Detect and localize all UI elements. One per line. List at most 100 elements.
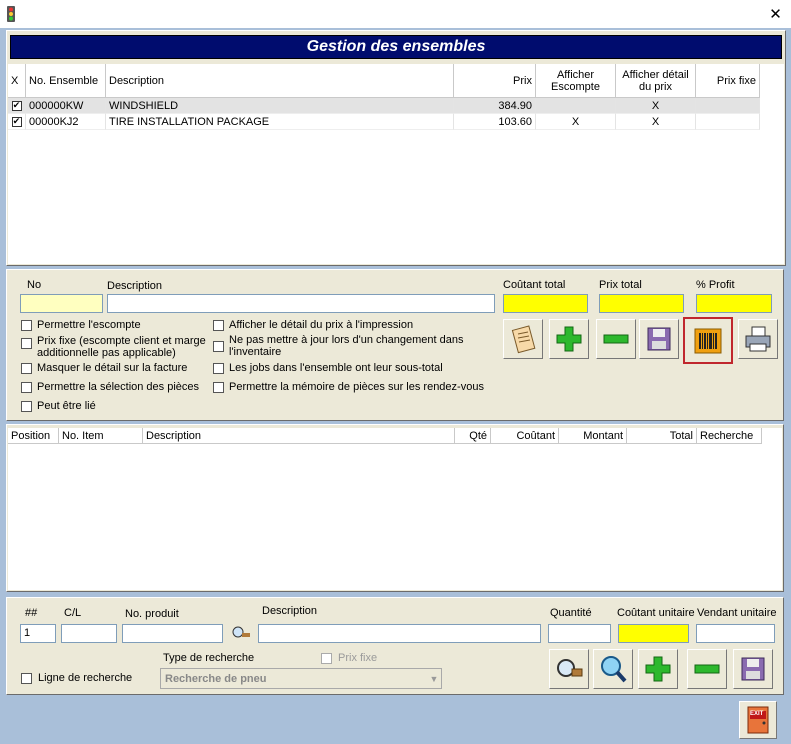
cell-detail: X (616, 98, 696, 114)
table-row[interactable]: ✔ 000000KW WINDSHIELD 384.90 X (8, 98, 760, 114)
col-item-description[interactable]: Description (143, 428, 455, 444)
jobs-sous-total-label: Les jobs dans l'ensemble ont leur sous-t… (229, 362, 443, 374)
permettre-escompte-checkbox[interactable] (21, 320, 32, 331)
selection-pieces-checkbox[interactable] (21, 382, 32, 393)
memoire-pieces-label: Permettre la mémoire de pièces sur les r… (229, 381, 484, 393)
col-x[interactable]: X (8, 64, 26, 98)
remove-item-button[interactable] (687, 649, 727, 689)
close-button[interactable]: ✕ (760, 0, 791, 28)
memoire-pieces-checkbox[interactable] (213, 382, 224, 393)
exit-label: EXIT (750, 711, 764, 717)
exit-door-icon (747, 706, 769, 734)
item-description-label: Description (262, 605, 318, 617)
col-recherche[interactable]: Recherche (697, 428, 762, 444)
jobs-sous-total-checkbox[interactable] (213, 363, 224, 374)
cell-detail: X (616, 114, 696, 130)
masquer-detail-label: Masquer le détail sur la facture (37, 362, 188, 374)
print-icon (745, 326, 771, 352)
description-label: Description (107, 280, 163, 292)
type-recherche-label: Type de recherche (163, 652, 255, 664)
quantite-field[interactable] (548, 624, 611, 643)
barcode-button[interactable] (683, 317, 733, 364)
save-icon (647, 327, 671, 351)
save-item-button[interactable] (733, 649, 773, 689)
print-button[interactable] (738, 319, 778, 359)
col-prix-fixe[interactable]: Prix fixe (696, 64, 760, 98)
peut-etre-lie-label: Peut être lié (37, 400, 96, 412)
exit-button[interactable]: EXIT (739, 701, 777, 739)
col-qte[interactable]: Qté (455, 428, 491, 444)
search-part-button[interactable] (549, 649, 589, 689)
type-recherche-select[interactable]: Recherche de pneu ▼ (160, 668, 442, 689)
no-field[interactable] (20, 294, 103, 313)
vendant-unitaire-label: Vendant unitaire (697, 607, 777, 619)
lookup-icon (232, 626, 250, 638)
peut-etre-lie-checkbox[interactable] (21, 401, 32, 412)
table-row[interactable]: ✔ 00000KJ2 TIRE INSTALLATION PACKAGE 103… (8, 114, 760, 130)
cell-fixe (696, 98, 760, 114)
col-no-item[interactable]: No. Item (59, 428, 143, 444)
cl-field[interactable] (61, 624, 117, 643)
cell-prix: 384.90 (454, 98, 536, 114)
remove-icon (694, 664, 720, 674)
remove-ensemble-button[interactable] (596, 319, 636, 359)
save-ensemble-button[interactable] (639, 319, 679, 359)
coutant-total-field[interactable] (503, 294, 588, 313)
prix-total-field[interactable] (599, 294, 684, 313)
page-title: Gestion des ensembles (10, 35, 782, 59)
cell-escompte (536, 98, 616, 114)
ne-pas-mettre-a-jour-label: Ne pas mettre à jour lors d'un changemen… (229, 334, 464, 358)
remove-icon (603, 334, 629, 344)
permettre-escompte-label: Permettre l'escompte (37, 319, 141, 331)
profit-field[interactable] (696, 294, 772, 313)
col-total[interactable]: Total (627, 428, 697, 444)
col-coutant[interactable]: Coûtant (491, 428, 559, 444)
save-icon (741, 657, 765, 681)
prix-fixe-item-checkbox[interactable] (321, 653, 332, 664)
prix-fixe-label: Prix fixe (escompte client et marge addi… (37, 335, 206, 359)
afficher-detail-label: Afficher le détail du prix à l'impressio… (229, 319, 414, 331)
item-description-field[interactable] (258, 624, 541, 643)
cell-description: WINDSHIELD (106, 98, 454, 114)
col-montant[interactable]: Montant (559, 428, 627, 444)
ne-pas-mettre-a-jour-checkbox[interactable] (213, 341, 224, 352)
items-grid[interactable]: Position No. Item Description Qté Coûtan… (8, 428, 782, 590)
produit-label: No. produit (125, 608, 179, 620)
col-prix[interactable]: Prix (454, 64, 536, 98)
coutant-unitaire-field[interactable] (618, 624, 689, 643)
notes-button[interactable] (503, 319, 543, 359)
afficher-detail-checkbox[interactable] (213, 320, 224, 331)
add-item-button[interactable] (638, 649, 678, 689)
coutant-unitaire-label: Coûtant unitaire (617, 607, 695, 619)
row-checkbox[interactable]: ✔ (11, 100, 22, 111)
col-no-ensemble[interactable]: No. Ensemble (26, 64, 106, 98)
num-field[interactable]: 1 (20, 624, 56, 643)
description-field[interactable] (107, 294, 495, 313)
prix-fixe-checkbox[interactable] (21, 338, 32, 349)
profit-label: % Profit (696, 279, 735, 291)
ensembles-grid[interactable]: X No. Ensemble Description Prix Afficher… (8, 64, 784, 264)
quantite-label: Quantité (550, 607, 592, 619)
ligne-recherche-checkbox[interactable] (21, 673, 32, 684)
col-afficher-detail[interactable]: Afficher détail du prix (616, 64, 696, 98)
add-icon (556, 326, 582, 352)
cell-prix: 103.60 (454, 114, 536, 130)
cl-label: C/L (64, 607, 82, 619)
col-afficher-escompte[interactable]: Afficher Escompte (536, 64, 616, 98)
cell-no: 00000KJ2 (26, 114, 106, 130)
zoom-button[interactable] (593, 649, 633, 689)
add-ensemble-button[interactable] (549, 319, 589, 359)
lookup-product-button[interactable] (227, 622, 255, 642)
title-bar: ✕ (0, 0, 791, 29)
num-label: ## (25, 607, 38, 619)
masquer-detail-checkbox[interactable] (21, 363, 32, 374)
produit-field[interactable] (122, 624, 223, 643)
row-checkbox[interactable]: ✔ (11, 116, 22, 127)
col-position[interactable]: Position (8, 428, 59, 444)
vendant-unitaire-field[interactable] (696, 624, 775, 643)
type-recherche-value: Recherche de pneu (165, 672, 267, 685)
col-description[interactable]: Description (106, 64, 454, 98)
selection-pieces-label: Permettre la sélection des pièces (37, 381, 200, 393)
cell-description: TIRE INSTALLATION PACKAGE (106, 114, 454, 130)
cell-fixe (696, 114, 760, 130)
